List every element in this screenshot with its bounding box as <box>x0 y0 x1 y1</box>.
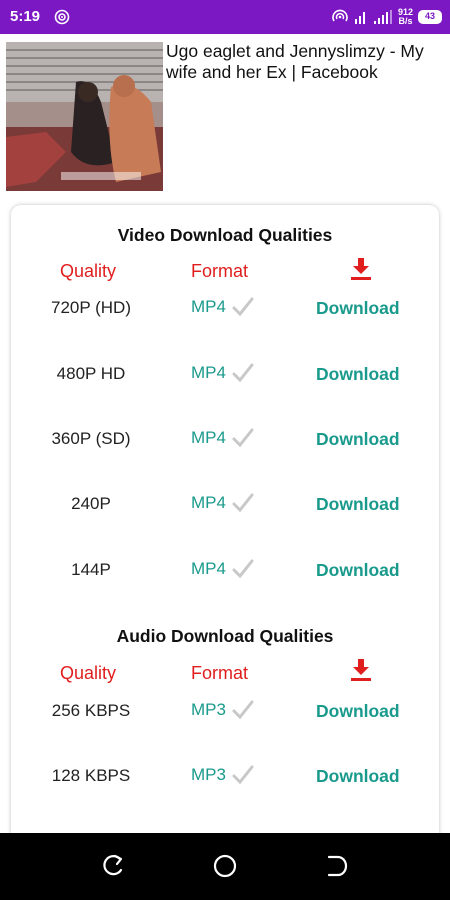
audio-format-header: Format <box>191 663 249 683</box>
row-quality: 720P (HD) <box>51 298 131 317</box>
network-speed: 912 B/s <box>397 7 413 26</box>
hotspot-icon <box>332 9 348 22</box>
check-icon <box>232 700 254 720</box>
download-qualities-card: Video Download Qualities Quality Format … <box>11 205 439 845</box>
audio-quality-header: Quality <box>60 663 117 683</box>
battery-icon: 43 <box>418 10 442 24</box>
download-button[interactable]: Download <box>316 560 400 581</box>
navigation-bar <box>0 833 450 900</box>
row-quality: 480P HD <box>56 364 126 383</box>
video-title: Ugo eaglet and Jennyslimzy - My wife and… <box>166 41 424 82</box>
row-quality: 144P <box>71 560 111 579</box>
download-button[interactable]: Download <box>316 298 400 319</box>
status-icons: 912 B/s 43 <box>331 7 442 27</box>
row-quality: 256 KBPS <box>51 701 131 720</box>
row-format: MP4 <box>191 559 254 579</box>
check-icon <box>232 428 254 448</box>
cell-signal-icon <box>373 10 392 24</box>
check-icon <box>232 493 254 513</box>
audio-section-title: Audio Download Qualities <box>116 626 334 646</box>
video-format-header: Format <box>191 261 249 281</box>
download-button[interactable]: Download <box>316 494 400 515</box>
row-format: MP4 <box>191 363 254 383</box>
row-format: MP4 <box>191 428 254 448</box>
video-section-title: Video Download Qualities <box>117 225 333 245</box>
check-icon <box>232 765 254 785</box>
download-button[interactable]: Download <box>316 701 400 722</box>
row-format: MP3 <box>191 700 254 720</box>
recent-apps-icon[interactable] <box>100 853 126 879</box>
row-quality: 240P <box>71 494 111 513</box>
video-thumbnail[interactable] <box>6 42 163 191</box>
download-button[interactable]: Download <box>316 429 400 450</box>
status-time: 5:19 <box>10 8 41 25</box>
row-quality: 128 KBPS <box>51 766 131 785</box>
download-header-icon <box>351 659 371 681</box>
check-icon <box>232 559 254 579</box>
video-quality-header: Quality <box>60 261 117 281</box>
download-header-icon <box>351 258 371 280</box>
download-button[interactable]: Download <box>316 364 400 385</box>
hotspot-icon <box>54 9 70 25</box>
row-format: MP3 <box>191 765 254 785</box>
wifi-signal-icon <box>354 12 365 24</box>
status-bar: 5:19 912 B/s 43 <box>0 0 450 34</box>
row-format: MP4 <box>191 493 254 513</box>
check-icon <box>232 363 254 383</box>
row-quality: 360P (SD) <box>51 429 131 448</box>
thumbnail-image <box>6 42 163 191</box>
home-icon[interactable] <box>212 853 238 879</box>
back-icon[interactable] <box>324 853 350 879</box>
row-format: MP4 <box>191 297 254 317</box>
download-button[interactable]: Download <box>316 766 400 787</box>
check-icon <box>232 297 254 317</box>
